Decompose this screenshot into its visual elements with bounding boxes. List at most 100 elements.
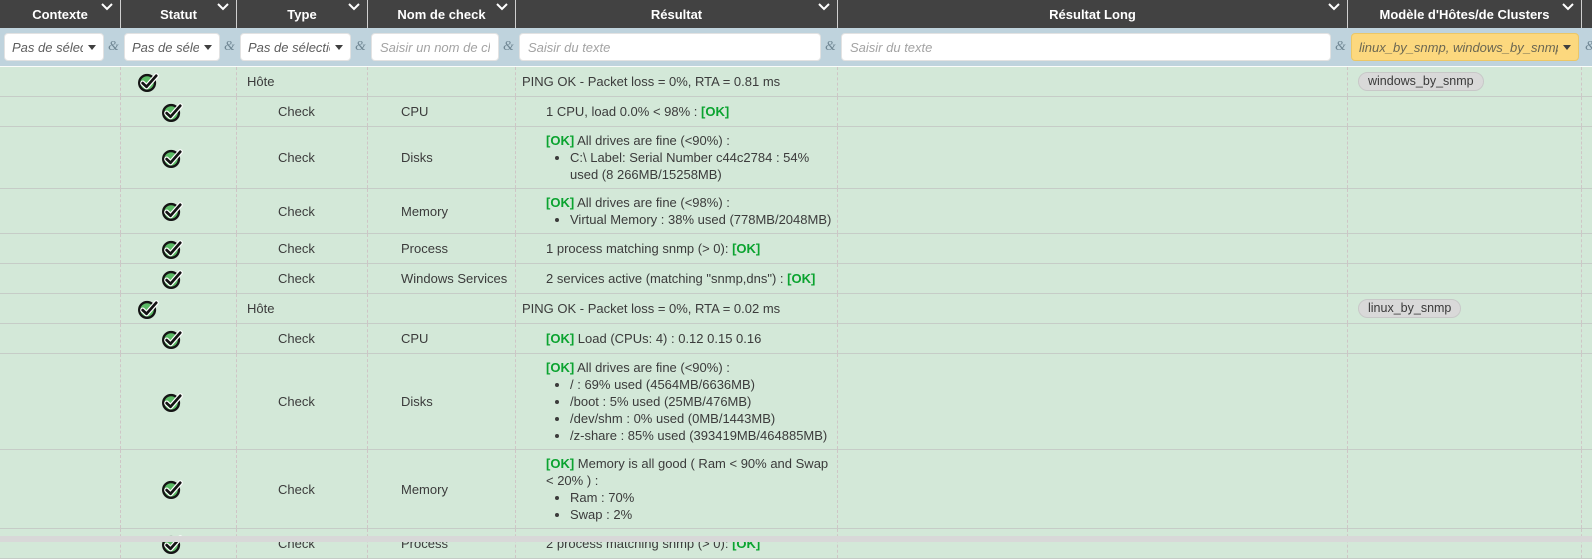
column-header-modele-hotes-clusters[interactable]: Modèle d'Hôtes/de Clusters <box>1347 0 1581 28</box>
cell-statut <box>120 234 236 263</box>
selected-value: linux_by_snmp, windows_by_snmp <box>1359 40 1558 55</box>
result-line: 1 CPU, load 0.0% < 98% : [OK] <box>546 103 729 120</box>
cell-result-long <box>837 67 1347 96</box>
chevron-down-icon[interactable] <box>348 3 360 11</box>
cell-contexte <box>0 354 120 449</box>
cell-type: Hôte <box>236 67 367 96</box>
cell-host-template <box>1347 234 1581 263</box>
cell-result-long <box>837 127 1347 188</box>
cell-contexte <box>0 324 120 353</box>
type-label: Hôte <box>247 74 274 89</box>
long-result-filter-input[interactable] <box>841 33 1331 61</box>
filter-cell-modele: linux_by_snmp, windows_by_snmp <box>1347 28 1581 66</box>
column-header-nom-de-check[interactable]: Nom de check <box>367 0 515 28</box>
status-ok-icon <box>161 478 183 500</box>
cell-contexte <box>0 127 120 188</box>
result-line: [OK] Load (CPUs: 4) : 0.12 0.15 0.16 <box>546 330 761 347</box>
column-header-resultat[interactable]: Résultat <box>515 0 837 28</box>
cell-overflow <box>1581 189 1592 233</box>
table-row[interactable]: Check Process 2 process matching snmp (>… <box>0 529 1592 559</box>
ok-status-label: [OK] <box>546 456 574 471</box>
table-row[interactable]: Check Disks [OK] All drives are fine (<9… <box>0 354 1592 450</box>
cell-result-long <box>837 324 1347 353</box>
cell-statut <box>120 529 236 558</box>
chevron-down-icon[interactable] <box>1328 3 1340 11</box>
cell-type: Hôte <box>236 294 367 323</box>
check-name-filter-input[interactable] <box>371 33 499 61</box>
cell-check-name: Windows Services <box>367 264 515 293</box>
result-bullet-item: /dev/shm : 0% used (0MB/1443MB) <box>570 410 827 427</box>
result-line: PING OK - Packet loss = 0%, RTA = 0.02 m… <box>522 300 780 317</box>
type-label: Check <box>278 104 315 119</box>
result-bullet-item: Swap : 2% <box>570 506 634 523</box>
cell-overflow <box>1581 234 1592 263</box>
cell-statut <box>120 97 236 126</box>
cell-overflow <box>1581 529 1592 558</box>
chevron-down-icon[interactable] <box>101 3 113 11</box>
ok-status-label: [OK] <box>546 133 574 148</box>
table-row[interactable]: Check CPU 1 CPU, load 0.0% < 98% : [OK] <box>0 97 1592 127</box>
host-template-badge: linux_by_snmp <box>1358 299 1461 318</box>
cell-type: Check <box>236 354 367 449</box>
table-row[interactable]: Hôte PING OK - Packet loss = 0%, RTA = 0… <box>0 67 1592 97</box>
caret-down-icon <box>204 45 212 50</box>
type-label: Check <box>278 331 315 346</box>
status-ok-icon <box>161 391 183 413</box>
statut-filter-select[interactable]: Pas de sélection <box>124 33 220 61</box>
column-label: Résultat <box>651 7 702 22</box>
type-label: Check <box>278 482 315 497</box>
table-row[interactable]: Check Process 1 process matching snmp (>… <box>0 234 1592 264</box>
column-header-resultat-long[interactable]: Résultat Long <box>837 0 1347 28</box>
cell-host-template <box>1347 264 1581 293</box>
table-row[interactable]: Check CPU [OK] Load (CPUs: 4) : 0.12 0.1… <box>0 324 1592 354</box>
cell-host-template <box>1347 529 1581 558</box>
chevron-down-icon[interactable] <box>1562 3 1574 11</box>
cell-host-template <box>1347 354 1581 449</box>
column-header-overflow <box>1581 0 1592 28</box>
cell-result-long <box>837 354 1347 449</box>
cell-host-template <box>1347 97 1581 126</box>
cell-contexte <box>0 529 120 558</box>
chevron-down-icon[interactable] <box>217 3 229 11</box>
ok-status-label: [OK] <box>546 195 574 210</box>
cell-contexte <box>0 294 120 323</box>
table-row[interactable]: Hôte PING OK - Packet loss = 0%, RTA = 0… <box>0 294 1592 324</box>
table-body: Hôte PING OK - Packet loss = 0%, RTA = 0… <box>0 66 1592 559</box>
cell-type: Check <box>236 264 367 293</box>
check-name-label: CPU <box>401 104 428 119</box>
caret-down-icon <box>88 45 96 50</box>
check-name-label: Disks <box>401 150 433 165</box>
column-header-type[interactable]: Type <box>236 0 367 28</box>
contexte-filter-select[interactable]: Pas de sélection <box>4 33 104 61</box>
table-row[interactable]: Check Memory [OK] All drives are fine (<… <box>0 189 1592 234</box>
filter-cell-statut: Pas de sélection & <box>120 28 236 66</box>
result-filter-input[interactable] <box>519 33 821 61</box>
chevron-down-icon[interactable] <box>496 3 508 11</box>
filter-row: Pas de sélection & Pas de sélection & Pa… <box>0 28 1592 66</box>
cell-overflow <box>1581 67 1592 96</box>
cell-result: [OK] Load (CPUs: 4) : 0.12 0.15 0.16 <box>515 324 837 353</box>
selected-value: Pas de sélection <box>132 40 199 55</box>
cell-check-name: Disks <box>367 127 515 188</box>
type-label: Hôte <box>247 301 274 316</box>
cell-result-long <box>837 294 1347 323</box>
cell-check-name: Disks <box>367 354 515 449</box>
result-bullets: Ram : 70%Swap : 2% <box>546 489 634 523</box>
type-filter-select[interactable]: Pas de sélection <box>240 33 351 61</box>
column-header-statut[interactable]: Statut <box>120 0 236 28</box>
cell-check-name: Process <box>367 529 515 558</box>
cell-type: Check <box>236 450 367 528</box>
table-row[interactable]: Check Memory [OK] Memory is all good ( R… <box>0 450 1592 529</box>
result-bullet-item: /z-share : 85% used (393419MB/464885MB) <box>570 427 827 444</box>
result-bullets: C:\ Label: Serial Number c44c2784 : 54% … <box>546 149 833 183</box>
filter-cell-nom-de-check: & <box>367 28 515 66</box>
cell-result-long <box>837 234 1347 263</box>
table-row[interactable]: Check Disks [OK] All drives are fine (<9… <box>0 127 1592 189</box>
host-template-filter-select[interactable]: linux_by_snmp, windows_by_snmp <box>1351 33 1579 61</box>
cell-contexte <box>0 189 120 233</box>
chevron-down-icon[interactable] <box>818 3 830 11</box>
cell-contexte <box>0 264 120 293</box>
table-row[interactable]: Check Windows Services 2 services active… <box>0 264 1592 294</box>
cell-overflow <box>1581 97 1592 126</box>
column-header-contexte[interactable]: Contexte <box>0 0 120 28</box>
